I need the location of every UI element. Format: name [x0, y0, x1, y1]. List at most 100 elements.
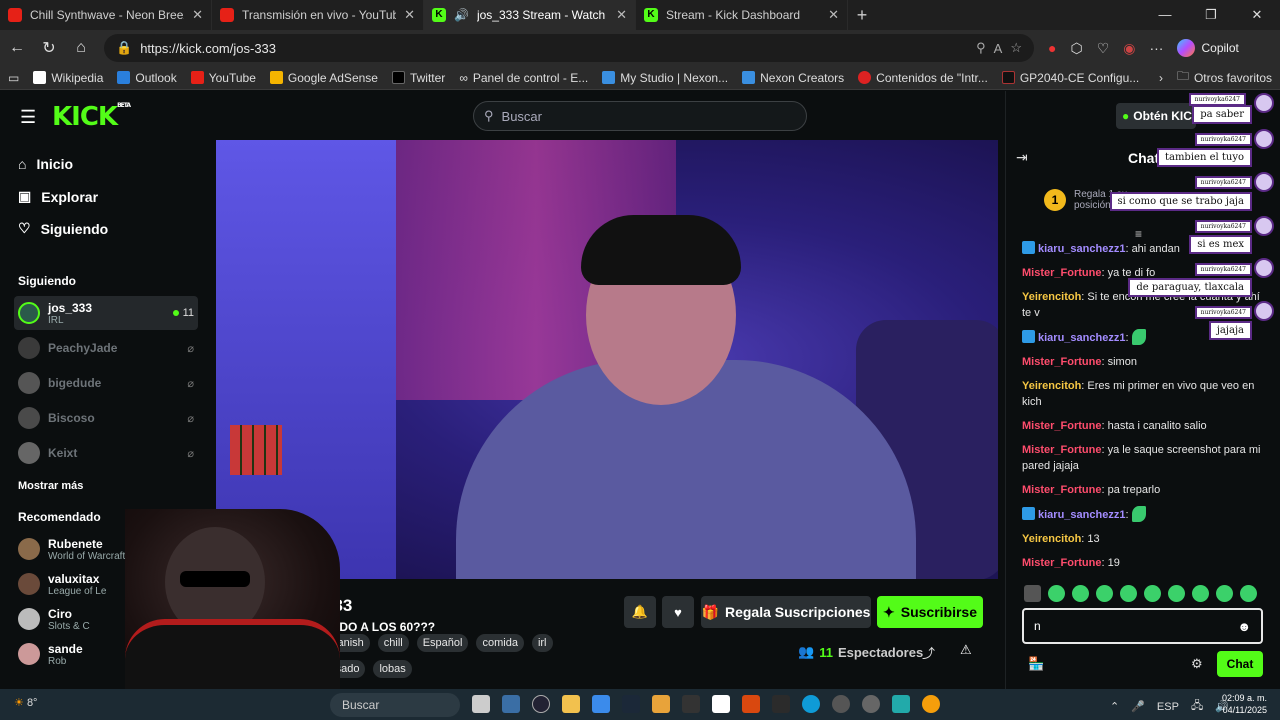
more-icon[interactable]: ··· — [1149, 40, 1163, 56]
bookmark-contenidos[interactable]: Contenidos de "Intr... — [858, 71, 988, 85]
settings-gear-icon[interactable]: ⚙ — [1191, 656, 1203, 672]
tag[interactable]: comida — [476, 634, 524, 652]
emote-icon[interactable] — [1072, 585, 1089, 602]
following-item-keixt[interactable]: Keixt ⌀ — [14, 437, 198, 469]
bookmark-youtube[interactable]: YouTube — [190, 71, 256, 85]
emote-icon[interactable] — [1192, 585, 1209, 602]
chat-input[interactable]: n ☻ — [1022, 608, 1263, 644]
report-icon[interactable]: ⚠ — [960, 642, 972, 658]
file-explorer-icon[interactable] — [562, 695, 580, 713]
weather-widget[interactable]: ☀ 8° — [14, 696, 37, 709]
collections-icon[interactable]: ♡ — [1097, 40, 1110, 57]
following-item-jos_333[interactable]: jos_333 IRL 11 — [14, 296, 198, 330]
language-indicator[interactable]: ESP — [1157, 701, 1179, 713]
chevron-up-icon[interactable]: ⌃ — [1110, 700, 1119, 713]
adblock-icon[interactable]: ● — [1048, 40, 1056, 56]
speaker-icon[interactable]: 🔊 — [454, 8, 469, 22]
bookmark-panel[interactable]: ∞ Panel de control - E... — [459, 71, 588, 85]
app-icon[interactable] — [832, 695, 850, 713]
notifications-button[interactable]: 🔔 — [624, 596, 656, 628]
subscribe-button[interactable]: ✦ Suscribirse — [877, 596, 983, 628]
minimize-icon[interactable]: — — [1142, 7, 1188, 23]
collapse-chat-icon[interactable]: ⇥ — [1016, 149, 1028, 166]
emote-icon[interactable] — [1168, 585, 1185, 602]
kick-logo[interactable]: KICKBETA — [52, 102, 131, 132]
following-item-bigedude[interactable]: bigedude ⌀ — [14, 367, 198, 399]
store-icon[interactable]: 🏪 — [1028, 656, 1044, 672]
taskbar-search[interactable]: Buscar — [330, 693, 460, 717]
chevron-right-icon[interactable]: › — [1159, 71, 1163, 85]
edge-icon[interactable] — [802, 695, 820, 713]
emote-icon[interactable] — [1048, 585, 1065, 602]
task-view-icon[interactable] — [472, 695, 490, 713]
chat-username[interactable]: Mister_Fortune — [1022, 557, 1101, 569]
follow-button[interactable]: ♥ — [662, 596, 694, 628]
wikipedia-icon[interactable] — [712, 695, 730, 713]
following-item-peachyjade[interactable]: PeachyJade ⌀ — [14, 332, 198, 364]
close-icon[interactable]: ✕ — [192, 7, 203, 23]
video-player[interactable] — [216, 140, 998, 579]
app-icon[interactable] — [862, 695, 880, 713]
copilot-app-icon[interactable] — [592, 695, 610, 713]
menu-icon[interactable]: ☰ — [20, 107, 36, 128]
chat-username[interactable]: Yeirencitoh — [1022, 380, 1081, 392]
app-icon[interactable] — [772, 695, 790, 713]
emote-icon[interactable] — [1216, 585, 1233, 602]
emote-icon[interactable] — [1144, 585, 1161, 602]
close-window-icon[interactable]: ✕ — [1234, 7, 1280, 23]
network-icon[interactable]: 🖧 — [1191, 697, 1203, 716]
bookmark-outlook[interactable]: Outlook — [117, 71, 177, 85]
show-more-link[interactable]: Mostrar más — [18, 480, 83, 492]
bookmark-wikipedia[interactable]: Wikipedia — [33, 71, 103, 85]
nav-home[interactable]: ⌂ Inicio — [18, 156, 73, 172]
emote-icon[interactable] — [1120, 585, 1137, 602]
tag[interactable]: irl — [531, 634, 553, 652]
back-icon[interactable]: ← — [8, 39, 26, 57]
obs-icon[interactable] — [532, 695, 550, 713]
bookmark-nexon-studio[interactable]: My Studio | Nexon... — [602, 71, 728, 85]
emoji-icon[interactable]: ☻ — [1237, 619, 1251, 634]
app-icon[interactable] — [652, 695, 670, 713]
zoom-icon[interactable]: ⚲ — [976, 40, 986, 56]
app-icon[interactable] — [502, 695, 520, 713]
app-icon[interactable] — [922, 695, 940, 713]
bookmark-gp2040[interactable]: GP2040-CE Configu... — [1001, 71, 1139, 85]
mic-icon[interactable]: 🎤 — [1131, 700, 1145, 713]
chat-username[interactable]: Mister_Fortune — [1022, 420, 1101, 432]
url-field[interactable]: 🔒 https://kick.com/jos-333 ⚲ A ☆ — [104, 34, 1034, 62]
bookmark-adsense[interactable]: Google AdSense — [269, 71, 378, 85]
steam-icon[interactable] — [622, 695, 640, 713]
tab-kick-dashboard[interactable]: K Stream - Kick Dashboard ✕ — [636, 0, 848, 30]
tag[interactable]: Español — [416, 634, 469, 652]
home-icon[interactable]: ⌂ — [72, 39, 90, 57]
bookmark-nexon-creators[interactable]: Nexon Creators — [742, 71, 844, 85]
gift-subs-button[interactable]: 🎁 Regala Suscripciones — [701, 596, 871, 628]
favorite-star-icon[interactable]: ☆ — [1010, 40, 1022, 56]
app-icon[interactable] — [742, 695, 760, 713]
tag[interactable]: chill — [377, 634, 409, 652]
profile-icon[interactable]: ◉ — [1123, 40, 1135, 57]
chat-username[interactable]: kiaru_sanchezz1 — [1038, 332, 1125, 344]
nav-explore[interactable]: ▣ Explorar — [18, 188, 98, 205]
clock[interactable]: 02:09 a. m. 04/11/2025 — [1222, 692, 1267, 716]
extensions-icon[interactable]: ⬡ — [1070, 40, 1082, 57]
chat-username[interactable]: Mister_Fortune — [1022, 267, 1101, 279]
tab-youtube-live[interactable]: Transmisión en vivo - YouTube St ✕ — [212, 0, 424, 30]
search-input[interactable]: ⚲ Buscar — [473, 101, 807, 131]
copilot-button[interactable]: Copilot — [1177, 39, 1239, 57]
chat-username[interactable]: Yeirencitoh — [1022, 533, 1081, 545]
share-icon[interactable]: ⤴ — [922, 643, 935, 662]
chat-username[interactable]: kiaru_sanchezz1 — [1038, 243, 1125, 255]
chat-username[interactable]: Mister_Fortune — [1022, 444, 1101, 456]
reading-list-icon[interactable]: ▭ — [8, 71, 19, 85]
chat-username[interactable]: kiaru_sanchezz1 — [1038, 509, 1125, 521]
app-icon[interactable] — [892, 695, 910, 713]
url-text[interactable]: https://kick.com/jos-333 — [140, 41, 968, 56]
refresh-icon[interactable]: ↻ — [40, 38, 58, 58]
chat-username[interactable]: Yeirencitoh — [1022, 291, 1081, 303]
close-icon[interactable]: ✕ — [828, 7, 839, 23]
tab-kick-stream[interactable]: K 🔊 jos_333 Stream - Watch Live ✕ — [424, 0, 636, 30]
app-icon[interactable] — [682, 695, 700, 713]
read-aloud-icon[interactable]: A — [994, 41, 1003, 56]
send-chat-button[interactable]: Chat — [1217, 651, 1263, 677]
